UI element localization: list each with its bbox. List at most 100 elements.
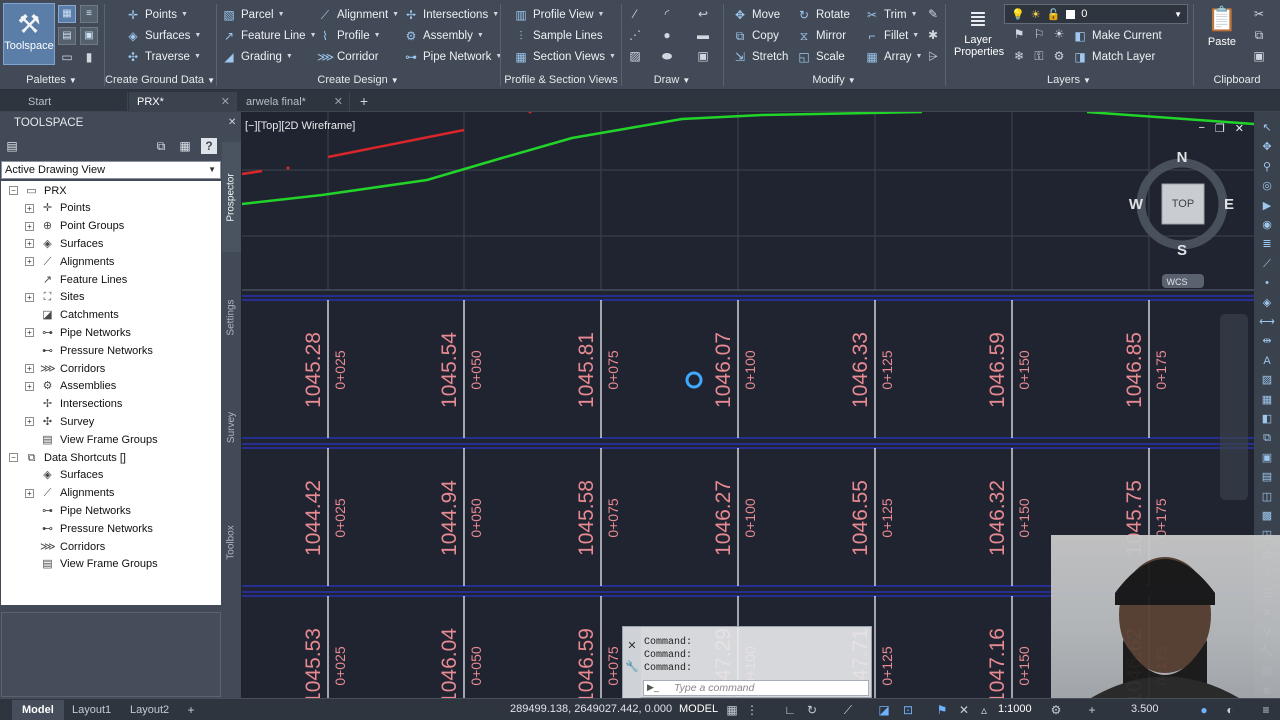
drawing-item-icon[interactable]: ▤	[4, 138, 20, 154]
text-icon[interactable]: A	[1258, 353, 1276, 369]
select-icon[interactable]: ↖	[1258, 120, 1276, 136]
group-icon[interactable]: ▩	[1258, 508, 1276, 524]
hatch-icon[interactable]: ▨	[626, 47, 644, 65]
model-space-toggle[interactable]: MODEL	[679, 703, 718, 715]
polar-icon[interactable]: ↻	[804, 702, 820, 718]
gear-icon[interactable]: ⚙	[1048, 702, 1064, 718]
expand-icon[interactable]: +	[25, 364, 34, 373]
tree-item[interactable]: + ⊶ Pipe Networks	[25, 324, 131, 341]
trim-button[interactable]: ✂ Trim ▼	[864, 5, 918, 24]
field-icon[interactable]: ▤	[1258, 469, 1276, 485]
list-view-icon[interactable]: ▦	[177, 138, 193, 154]
tab-start[interactable]: Start	[20, 92, 128, 112]
wcs-label[interactable]: WCS	[1167, 277, 1188, 287]
modify-title[interactable]: Modify ▼	[724, 74, 944, 86]
profile-view-button[interactable]: ▥ Profile View ▼	[513, 5, 604, 24]
tab-prx[interactable]: PRX* ✕	[129, 92, 237, 112]
survey-palette-icon[interactable]: ▣	[80, 27, 98, 45]
intersections-button[interactable]: ✢ Intersections ▼	[403, 5, 499, 24]
polyline-icon[interactable]: ↩	[694, 5, 712, 23]
expand-icon[interactable]: +	[25, 417, 34, 427]
expand-icon[interactable]: +	[25, 292, 34, 302]
explode-icon[interactable]: ✱	[924, 26, 942, 44]
paste-button[interactable]: 📋 Paste	[1200, 4, 1244, 60]
grading-button[interactable]: ◢ Grading ▼	[221, 47, 292, 66]
dynamic-input-icon[interactable]: ⚑	[934, 702, 950, 718]
compass-south[interactable]: S	[1177, 242, 1187, 259]
offset-icon[interactable]: ⩥	[924, 47, 942, 65]
expand-icon[interactable]: +	[25, 239, 34, 249]
properties-palette-icon[interactable]: ≡	[80, 5, 98, 23]
tree-item[interactable]: + ⋙ Corridors	[25, 360, 105, 377]
command-window-handle[interactable]: ✕ 🔧	[623, 627, 641, 699]
tree-item[interactable]: + ✣ Survey	[25, 413, 94, 430]
tree-item[interactable]: + ⚙ Assemblies	[25, 378, 116, 395]
plus-icon[interactable]: +	[1084, 702, 1100, 718]
layer-state-icon[interactable]: ⚑	[1010, 25, 1028, 43]
tab-model[interactable]: Model	[12, 700, 64, 720]
help-icon[interactable]: ?	[201, 138, 217, 154]
close-icon[interactable]: ✕	[228, 117, 236, 128]
viewport-controls-label[interactable]: [−][Top][2D Wireframe]	[245, 120, 355, 132]
hatch-icon[interactable]: ▨	[1258, 372, 1276, 388]
collapse-icon[interactable]: −	[9, 453, 18, 462]
points-button[interactable]: ✛ Points ▼	[125, 5, 188, 24]
tree-item[interactable]: ✢ Intersections	[25, 396, 122, 413]
tree-item[interactable]: + ◈ Surfaces	[25, 235, 103, 252]
layer-lock-icon[interactable]: ⚿	[1030, 47, 1048, 65]
layer-icon[interactable]: ≣	[1258, 236, 1276, 252]
rectangle-icon[interactable]: ▬	[694, 26, 712, 44]
compass-east[interactable]: E	[1224, 196, 1234, 213]
palettes-panel-title[interactable]: Palettes ▼	[0, 74, 103, 86]
surface-icon[interactable]: ◈	[1258, 295, 1276, 311]
isolate-icon[interactable]: ◐	[1222, 702, 1238, 718]
measure-icon[interactable]: ⟷	[1258, 314, 1276, 330]
polyline-icon[interactable]: ⟋	[1258, 256, 1276, 272]
pan-icon[interactable]: ✥	[1258, 139, 1276, 155]
tab-survey[interactable]: Survey	[222, 377, 241, 477]
restore-icon[interactable]: ❐	[1215, 122, 1225, 135]
parcel-button[interactable]: ▧ Parcel ▼	[221, 5, 284, 24]
tree-item[interactable]: ⊷ Pressure Networks	[25, 342, 153, 359]
scale-button[interactable]: ◱ Scale	[796, 47, 844, 66]
pipe-network-button[interactable]: ⊶ Pipe Network ▼	[403, 47, 502, 66]
customization-icon[interactable]: ≡	[1258, 702, 1274, 718]
tree-item[interactable]: ▤ View Frame Groups	[25, 431, 157, 448]
tree-item[interactable]: + ✛ Points	[25, 200, 91, 217]
expand-icon[interactable]: +	[25, 488, 34, 498]
image-icon[interactable]: ▣	[1258, 450, 1276, 466]
command-input[interactable]: Type a command	[643, 680, 869, 696]
tree-item[interactable]: ▤ View Frame Groups	[25, 556, 157, 573]
tree-item[interactable]: + ⊕ Point Groups	[25, 218, 124, 235]
arc-icon[interactable]: ◜	[658, 5, 676, 23]
assembly-button[interactable]: ⚙ Assembly ▼	[403, 26, 484, 45]
tab-prospector[interactable]: Prospector	[222, 142, 241, 252]
annotation-scale-icon[interactable]: ▵	[976, 702, 992, 718]
alignment-button[interactable]: ⟋ Alignment ▼	[317, 5, 399, 24]
tree-item[interactable]: + ⛶ Sites	[25, 289, 84, 306]
object-snap-icon[interactable]: ◪	[876, 702, 892, 718]
create-ground-data-title[interactable]: Create Ground Data ▼	[105, 74, 215, 86]
section-views-button[interactable]: ▦ Section Views ▼	[513, 47, 616, 66]
steering-wheel-icon[interactable]: ◉	[1258, 217, 1276, 233]
tree-item[interactable]: + ⟋ Alignments	[25, 253, 114, 270]
wrench-icon[interactable]: 🔧	[623, 660, 641, 673]
snap-tracking-icon[interactable]: ⊡	[900, 702, 916, 718]
ellipse-icon[interactable]: ⬬	[658, 47, 676, 65]
traverse-button[interactable]: ✣ Traverse ▼	[125, 47, 201, 66]
minimize-icon[interactable]: −	[1198, 122, 1204, 135]
tree-item[interactable]: ◈ Surfaces	[25, 467, 103, 484]
tree-item[interactable]: − ⧉ Data Shortcuts []	[9, 449, 126, 466]
create-design-title[interactable]: Create Design ▼	[217, 74, 499, 86]
orbit-icon[interactable]: ◎	[1258, 178, 1276, 194]
sample-lines-button[interactable]: ⫶ Sample Lines	[513, 26, 602, 45]
tab-toolbox[interactable]: Toolbox	[222, 487, 241, 597]
layer-walk-icon[interactable]: ⚙	[1050, 47, 1068, 65]
stretch-button[interactable]: ⇲ Stretch	[732, 47, 788, 66]
draw-title[interactable]: Draw ▼	[622, 74, 722, 86]
compass-north[interactable]: N	[1177, 149, 1188, 166]
tree-item[interactable]: ◪ Catchments	[25, 307, 118, 324]
erase-icon[interactable]: ✎	[924, 5, 942, 23]
tree-item[interactable]: − ▭ PRX	[9, 182, 67, 199]
plus-icon[interactable]: +	[183, 702, 199, 718]
